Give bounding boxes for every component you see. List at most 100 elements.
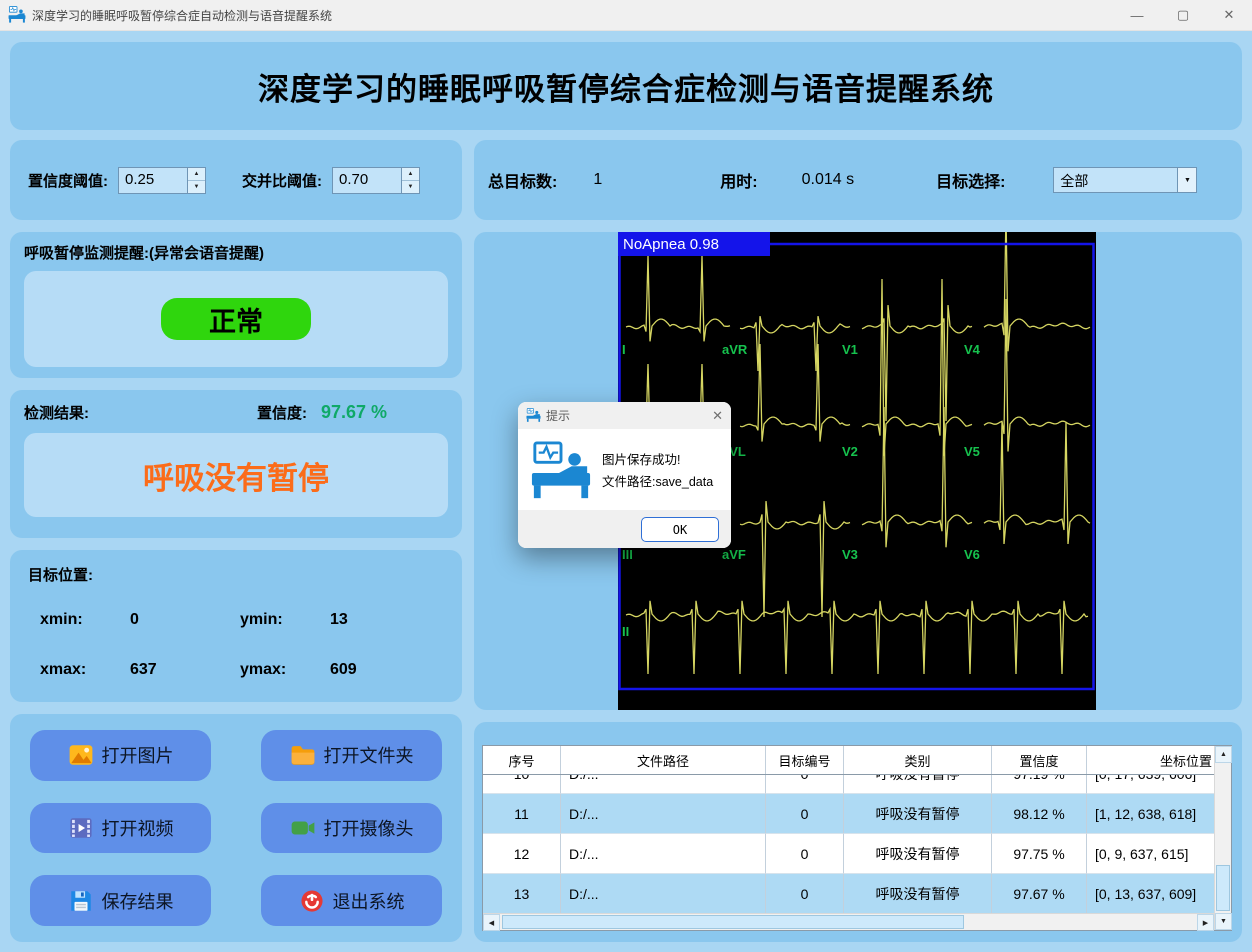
ok-button[interactable]: OK (641, 517, 719, 542)
conf-spin-down-icon[interactable]: ▼ (188, 180, 205, 193)
apnea-alert-label: 呼吸暂停监测提醒:(异常会语音提醒) (24, 245, 264, 262)
titlebar: 深度学习的睡眠呼吸暂停综合症自动检测与语音提醒系统 — ▢ ✕ (0, 0, 1252, 31)
total-targets-label: 总目标数: (488, 174, 558, 191)
target-select-value: 全部 (1060, 173, 1089, 189)
column-header-4[interactable]: 置信度 (992, 746, 1087, 774)
xmax-label: xmax: (40, 661, 87, 678)
time-label: 用时: (720, 174, 758, 191)
table-cell: D:/... (561, 794, 766, 834)
close-button[interactable]: ✕ (1206, 0, 1252, 30)
conf-spin-up-icon[interactable]: ▲ (188, 167, 205, 181)
ecg-lead-label: I (622, 342, 626, 357)
dialog-titlebar: 提示 ✕ (518, 402, 731, 429)
table-cell: 0 (766, 834, 844, 874)
exit-system-button[interactable]: 退出系统 (261, 875, 442, 926)
vertical-scroll-thumb[interactable] (1216, 865, 1230, 911)
exit-system-label: 退出系统 (332, 891, 405, 912)
ecg-lead-label: V4 (964, 342, 981, 357)
save-result-label: 保存结果 (101, 891, 174, 912)
save-result-button[interactable]: 保存结果 (30, 875, 211, 926)
dialog-app-icon (526, 408, 541, 423)
conf-threshold-spinner[interactable]: 0.25 ▲ ▼ (118, 166, 206, 194)
ymin-label: ymin: (240, 611, 283, 628)
conf-threshold-value[interactable]: 0.25 (119, 168, 187, 193)
confidence-value: 97.67 % (321, 402, 388, 422)
open-folder-label: 打开文件夹 (323, 746, 414, 767)
results-table: 序号文件路径目标编号类别置信度坐标位置 10D:/...0呼吸没有暂停97.19… (482, 745, 1232, 931)
ymin-value: 13 (330, 611, 348, 628)
xmax-value: 637 (130, 661, 157, 678)
table-row[interactable]: 10D:/...0呼吸没有暂停97.19 %[0, 17, 639, 606] (483, 775, 1214, 794)
minimize-button[interactable]: — (1114, 0, 1160, 30)
app-icon (8, 6, 26, 24)
ecg-lead-label: V3 (842, 547, 858, 562)
table-row[interactable]: 12 D:/... 0 呼吸没有暂停 97.75 % [0, 9, 637, 615] (483, 834, 1214, 874)
result-text: 呼吸没有暂停 (143, 460, 329, 496)
open-folder-button[interactable]: 打开文件夹 (261, 730, 442, 781)
table-header-row: 序号 文件路径 目标编号 类别 置信度 坐标位置 (483, 746, 1214, 775)
target-select-dropdown[interactable]: 全部 ▼ (1053, 167, 1198, 193)
target-select-label: 目标选择: (936, 174, 1006, 191)
table-cell: [0, 13, 637, 609] (1087, 874, 1214, 913)
position-panel: 目标位置: xmin: 0 ymin: 13 xmax: 637 ymax: 6… (10, 550, 462, 702)
open-image-label: 打开图片 (101, 746, 174, 767)
ymax-value: 609 (330, 661, 357, 678)
ymax-label: ymax: (240, 661, 287, 678)
table-cell: 0 (766, 874, 844, 913)
iou-spin-up-icon[interactable]: ▲ (402, 167, 419, 181)
iou-threshold-spinner[interactable]: 0.70 ▲ ▼ (332, 166, 420, 194)
scroll-down-icon[interactable]: ▼ (1215, 913, 1232, 930)
open-video-button[interactable]: 打开视频 (30, 802, 211, 854)
camera-icon (291, 821, 314, 835)
apnea-status-box: 正常 (24, 271, 448, 367)
table-cell: 97.67 % (992, 874, 1087, 913)
result-box: 呼吸没有暂停 (24, 433, 448, 517)
ecg-lead-label: aVR (722, 342, 748, 357)
table-cell: 97.19 % (992, 775, 1087, 794)
xmin-value: 0 (130, 611, 139, 628)
open-image-button[interactable]: 打开图片 (30, 730, 211, 781)
scroll-right-icon[interactable]: ▶ (1197, 914, 1214, 931)
horizontal-scroll-thumb[interactable] (502, 915, 965, 929)
ecg-lead-label: II (622, 624, 629, 639)
time-value: 0.014 s (801, 171, 855, 188)
dropdown-arrow-icon[interactable]: ▼ (1177, 168, 1197, 192)
message-dialog: 提示 ✕ 图片保存成功! 文件路径:save_data OK (518, 402, 731, 548)
column-header-1[interactable]: 文件路径 (561, 746, 766, 774)
scroll-left-icon[interactable]: ◀ (483, 914, 500, 931)
table-cell: 12 (483, 834, 561, 874)
open-camera-button[interactable]: 打开摄像头 (261, 802, 442, 854)
bed-patient-icon (530, 441, 592, 503)
table-cell: D:/... (561, 834, 766, 874)
table-cell: [1, 12, 638, 618] (1087, 794, 1214, 834)
dialog-close-icon[interactable]: ✕ (712, 408, 723, 424)
actions-panel: 打开图片 打开文件夹 打开视频 打开摄像头 保存结果 退出系统 (10, 714, 462, 942)
result-panel: 检测结果: 置信度: 97.67 % 呼吸没有暂停 (10, 390, 462, 538)
iou-spin-down-icon[interactable]: ▼ (402, 180, 419, 193)
table-cell: 11 (483, 794, 561, 834)
table-cell: D:/... (561, 775, 766, 794)
table-cell: [0, 17, 639, 606] (1087, 775, 1214, 794)
table-cell: 98.12 % (992, 794, 1087, 834)
horizontal-scrollbar[interactable]: ◀ ▶ (483, 913, 1214, 931)
column-header-2[interactable]: 目标编号 (766, 746, 844, 774)
column-header-0[interactable]: 序号 (483, 746, 561, 774)
open-video-label: 打开视频 (101, 818, 174, 839)
vertical-scrollbar[interactable]: ▲ ▼ (1214, 746, 1232, 930)
stats-panel: 总目标数: 1 用时: 0.014 s 目标选择: 全部 ▼ (474, 140, 1242, 220)
page-title: 深度学习的睡眠呼吸暂停综合症检测与语音提醒系统 (258, 71, 994, 107)
column-header-3[interactable]: 类别 (844, 746, 992, 774)
iou-threshold-value[interactable]: 0.70 (333, 168, 401, 193)
maximize-button[interactable]: ▢ (1160, 0, 1206, 30)
table-cell: 呼吸没有暂停 (844, 834, 992, 874)
table-row[interactable]: 11 D:/... 0 呼吸没有暂停 98.12 % [1, 12, 638, 618] (483, 794, 1214, 834)
table-cell: 呼吸没有暂停 (844, 775, 992, 794)
table-row[interactable]: 13 D:/... 0 呼吸没有暂停 97.67 % [0, 13, 637, 609] (483, 874, 1214, 913)
table-cell: 97.75 % (992, 834, 1087, 874)
table-cell: 10 (483, 775, 561, 794)
column-header-5[interactable]: 坐标位置 (1087, 746, 1214, 774)
table-cell: [0, 9, 637, 615] (1087, 834, 1214, 874)
position-label: 目标位置: (28, 567, 93, 584)
scroll-up-icon[interactable]: ▲ (1215, 746, 1232, 763)
result-label: 检测结果: (24, 405, 89, 422)
